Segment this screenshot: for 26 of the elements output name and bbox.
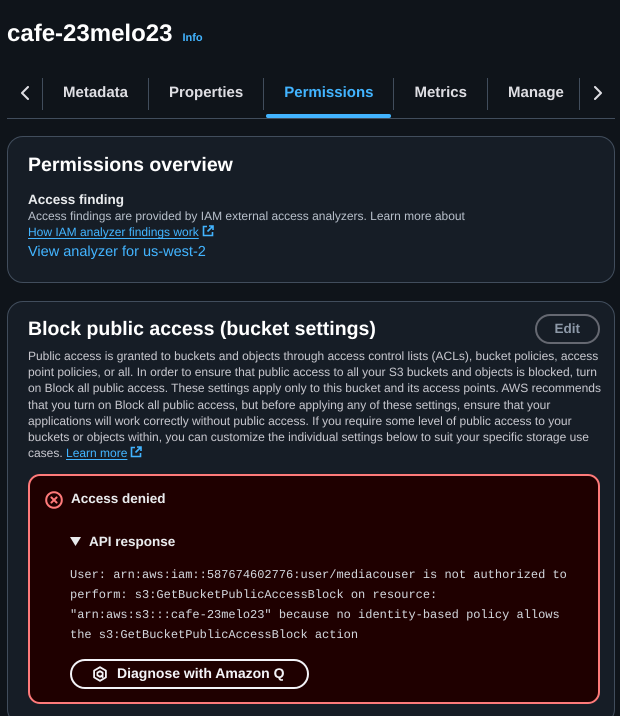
diagnose-button[interactable]: Diagnose with Amazon Q — [70, 658, 308, 689]
description-text: Public access is granted to buckets and objects through access control lists (ACLs), bucket policies, access point policies, or all. In order to ensure that public access to all your S3 buckets and objects is blocked, turn on Block all public access. These settings apply only to this bucket and its access points. AWS recommends that you turn on Block all public access, but before applying any of these settings, ensure that your applications will work correctly without public access. If you require some level of public access to your buckets or objects within, you can customize the individual settings below to suit your specific storage use cases. Learn more — [28, 348, 602, 462]
analyzer-link[interactable]: View analyzer for us-west-2 — [28, 242, 206, 262]
tab[interactable]: Permissions — [264, 68, 394, 118]
external-link-icon — [202, 225, 214, 237]
tab[interactable]: Metrics — [394, 68, 487, 118]
external-link[interactable]: How IAM analyzer findings work — [28, 225, 214, 239]
learn-more-link[interactable]: Learn more — [66, 446, 142, 460]
hexagon-icon — [92, 666, 108, 682]
chevron-left-icon — [20, 86, 28, 100]
chevron-right-icon — [594, 86, 602, 100]
alert-title: Access denied — [71, 490, 166, 508]
details-toggle[interactable]: API response — [70, 532, 176, 552]
tab[interactable]: Metadata — [43, 68, 148, 118]
external-link-icon — [130, 446, 142, 458]
field-label: Access finding — [28, 191, 126, 208]
caret-icon — [70, 537, 81, 546]
error-message: User: arn:aws:iam::587674602776:user/mediacouser is not authorized to perform: s3:GetBucketPublicAccessBlock on resource: "arn:aws:s3:::cafe-23melo23" because no identity-based policy allows the s3:GetBucketPublicAccessBlock action — [70, 566, 568, 644]
panel-title: Permissions overview — [28, 153, 234, 178]
error-icon — [45, 490, 63, 509]
tab[interactable]: Properties — [149, 68, 264, 118]
info-link[interactable]: Info — [182, 30, 203, 46]
description-text: Access findings are provided by IAM external access analyzers. Learn more about How IAM analyzer findings work — [28, 208, 466, 240]
tab[interactable]: Manage — [488, 68, 566, 118]
panel-title: Block public access (bucket settings) — [28, 317, 376, 342]
page-title: cafe-23melo23 — [7, 19, 172, 49]
